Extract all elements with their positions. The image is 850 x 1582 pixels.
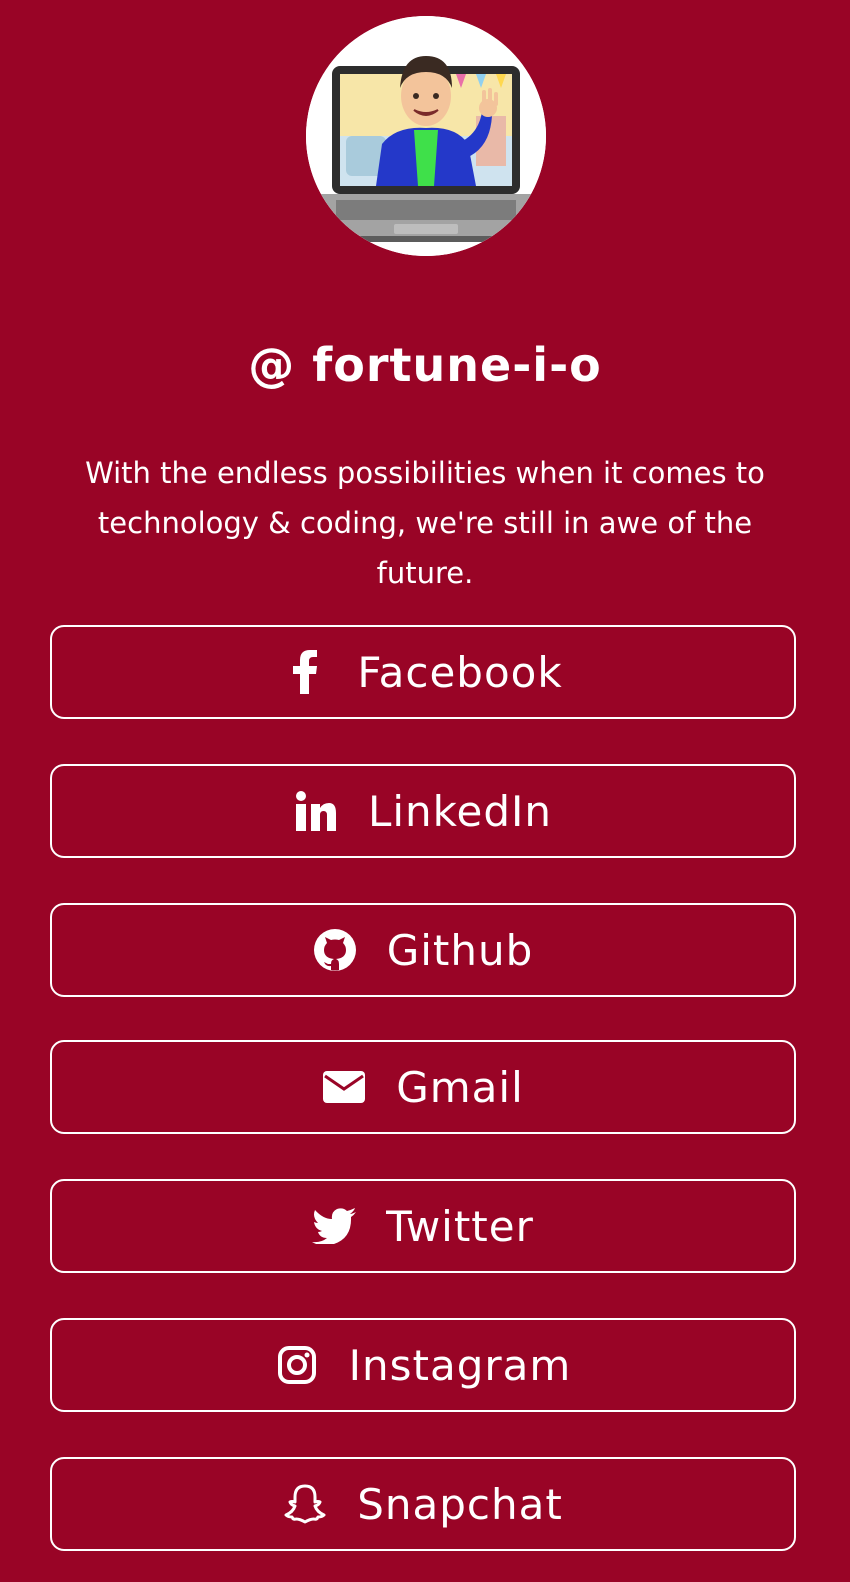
linkedin-link-label: LinkedIn: [367, 786, 553, 836]
twitter-icon: [312, 1204, 357, 1248]
snapchat-link-button[interactable]: Snapchat: [50, 1457, 796, 1551]
avatar: [306, 16, 546, 256]
instagram-link-label: Instagram: [348, 1340, 572, 1390]
linkedin-icon: [294, 789, 338, 833]
twitter-link-button[interactable]: Twitter: [50, 1179, 796, 1273]
github-icon: [313, 928, 357, 972]
instagram-icon: [275, 1343, 319, 1387]
profile-handle: @ fortune-i-o: [248, 338, 602, 392]
linkedin-link-button[interactable]: LinkedIn: [50, 764, 796, 858]
github-link-button[interactable]: Github: [50, 903, 796, 997]
link-page: @ fortune-i-o With the endless possibili…: [0, 0, 850, 1582]
facebook-link-button[interactable]: Facebook: [50, 625, 796, 719]
envelope-icon: [322, 1065, 366, 1109]
snapchat-link-label: Snapchat: [357, 1479, 563, 1529]
snapchat-icon: [283, 1482, 327, 1526]
profile-bio: With the endless possibilities when it c…: [85, 456, 765, 590]
github-link-label: Github: [386, 925, 534, 975]
gmail-link-label: Gmail: [396, 1062, 524, 1112]
instagram-link-button[interactable]: Instagram: [50, 1318, 796, 1412]
avatar-illustration: [306, 16, 546, 256]
twitter-link-label: Twitter: [386, 1201, 534, 1251]
gmail-link-button[interactable]: Gmail: [50, 1040, 796, 1134]
facebook-link-label: Facebook: [357, 647, 563, 697]
facebook-icon: [283, 650, 327, 694]
